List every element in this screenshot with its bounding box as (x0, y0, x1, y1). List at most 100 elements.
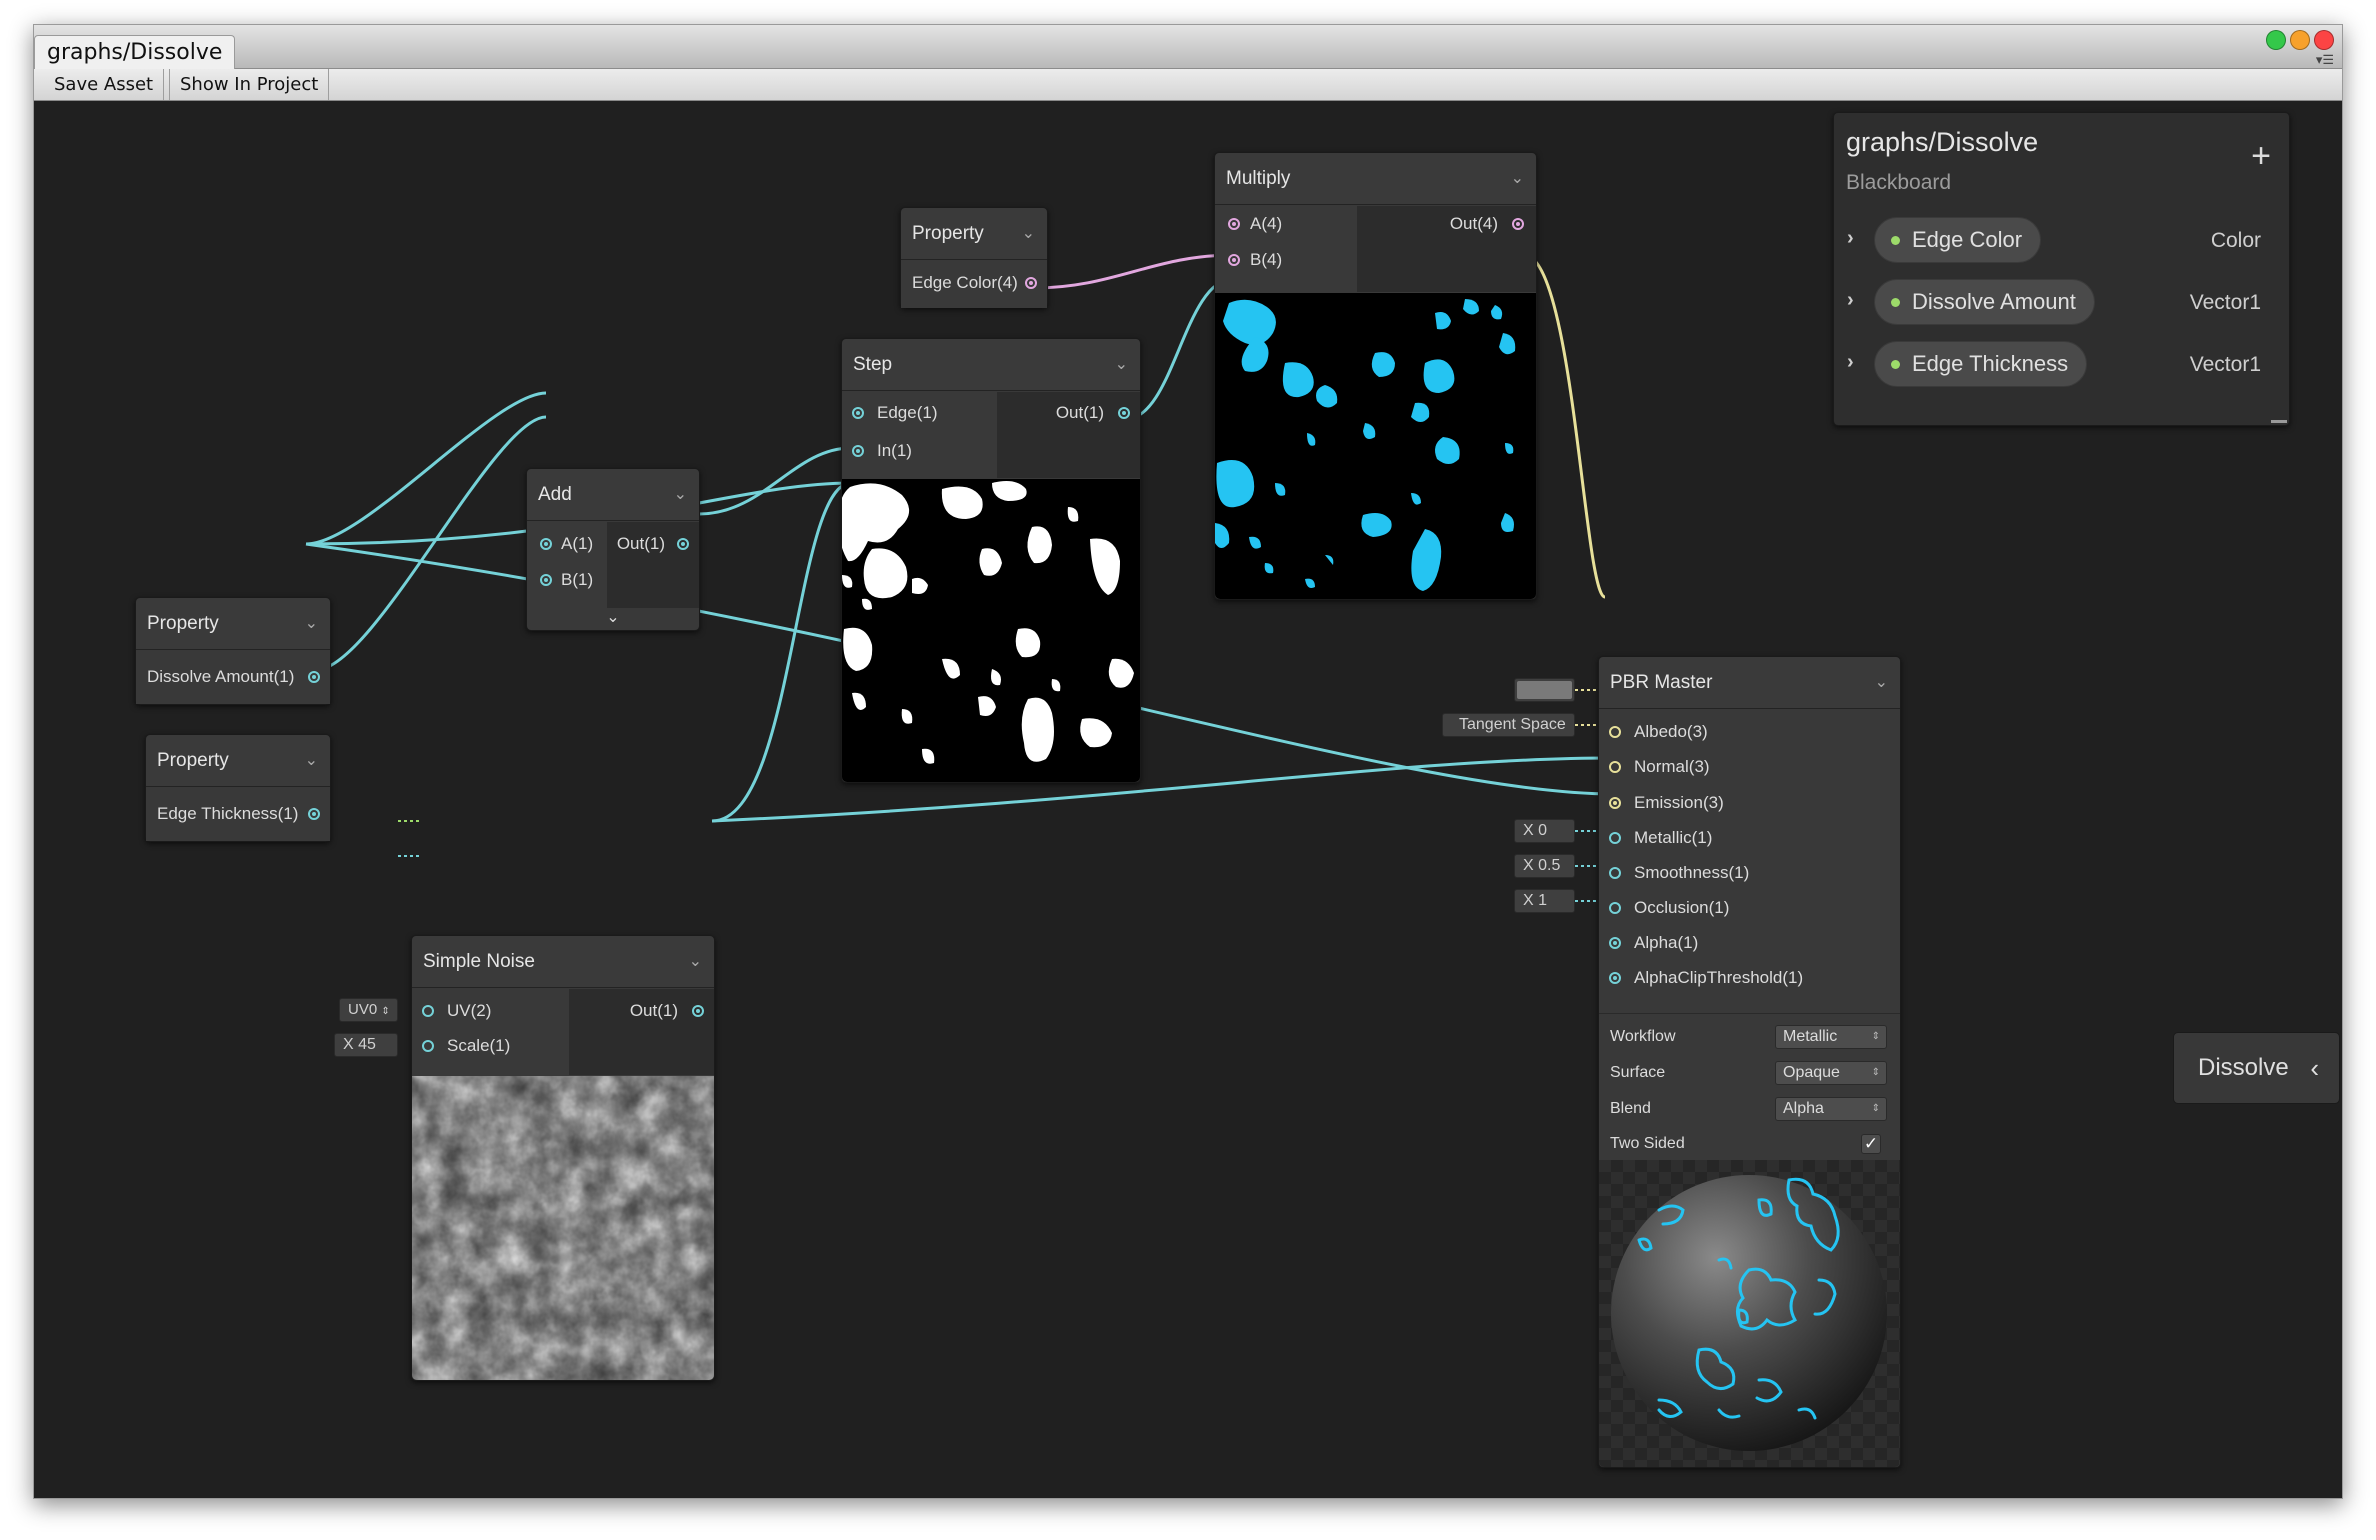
workflow-dropdown[interactable]: Metallic ⇕ (1775, 1025, 1887, 1049)
output-label: Out(4) (1449, 214, 1498, 233)
chevron-right-icon[interactable]: › (1847, 227, 1854, 250)
input-port-emission[interactable] (1609, 797, 1621, 809)
noise-preview (412, 1076, 714, 1380)
input-label-albedo: Albedo(3) (1634, 722, 1708, 741)
metallic-field[interactable]: X 0 (1514, 819, 1575, 843)
node-title: Multiply (1215, 153, 1536, 205)
title-bar: graphs/Dissolve ▾☰ (34, 25, 2342, 69)
input-port-edge[interactable] (852, 407, 864, 419)
smoothness-field[interactable]: X 0.5 (1514, 854, 1575, 878)
graph-canvas[interactable]: Property ⌄ Edge Color(4) Multiply ⌄ A(4)… (34, 102, 2342, 1498)
property-pill-dissolve-amount[interactable]: Dissolve Amount (1874, 279, 2095, 325)
input-port-uv[interactable] (422, 1005, 434, 1017)
step-node[interactable]: Step ⌄ Edge(1) In(1) Out(1) (841, 338, 1141, 783)
input-port-scale[interactable] (422, 1040, 434, 1052)
node-title: Property (146, 735, 330, 787)
plus-icon[interactable]: + (2251, 139, 2271, 173)
chevron-down-icon[interactable]: ⌄ (689, 936, 702, 988)
input-port-a[interactable] (540, 538, 552, 550)
blend-label: Blend (1610, 1100, 1651, 1117)
zoom-light-icon[interactable] (2290, 30, 2310, 50)
chevron-right-icon[interactable]: › (1847, 289, 1854, 312)
input-label-metallic: Metallic(1) (1634, 828, 1713, 847)
normal-space-field[interactable]: Tangent Space (1442, 713, 1575, 737)
shader-graph-window: graphs/Dissolve ▾☰ Save Asset Show In Pr… (33, 24, 2343, 1499)
show-in-project-button[interactable]: Show In Project (169, 69, 330, 100)
expand-chevron-icon[interactable]: ⌄ (527, 608, 699, 630)
property-node-edge-thickness[interactable]: Property ⌄ Edge Thickness(1) (145, 734, 331, 842)
chevron-down-icon[interactable]: ⌄ (1022, 208, 1035, 260)
blend-dropdown[interactable]: Alpha ⇕ (1775, 1097, 1887, 1121)
input-port-occlusion[interactable] (1609, 902, 1621, 914)
input-port-b[interactable] (1228, 254, 1240, 266)
property-node-dissolve-amount[interactable]: Property ⌄ Dissolve Amount(1) (135, 597, 331, 705)
step-preview (842, 479, 1140, 782)
pbr-settings: Workflow Metallic ⇕ Surface Opaque ⇕ Blend… (1599, 1013, 1900, 1160)
chevron-down-icon[interactable]: ⌄ (305, 735, 318, 787)
window-menu-icon[interactable]: ▾☰ (2316, 52, 2334, 68)
occlusion-field[interactable]: X 1 (1514, 889, 1575, 913)
output-port[interactable] (1025, 277, 1037, 289)
input-label-alpha: Alpha(1) (1634, 933, 1699, 952)
node-title: Simple Noise (412, 936, 714, 988)
property-node-edge-color[interactable]: Property ⌄ Edge Color(4) (900, 207, 1048, 308)
wire-dissolve-to-add-a (305, 391, 547, 546)
node-title: PBR Master (1599, 657, 1900, 709)
uv-channel-dropdown[interactable]: UV0 ⇕ (339, 998, 398, 1022)
input-label-uv: UV(2) (447, 1001, 492, 1020)
input-port-b[interactable] (540, 574, 552, 586)
output-label: Dissolve Amount(1) (147, 667, 295, 686)
close-light-icon[interactable] (2314, 30, 2334, 50)
resize-handle[interactable] (2271, 420, 2287, 423)
output-port[interactable] (677, 538, 689, 550)
chevron-down-icon[interactable]: ⌄ (1115, 339, 1128, 391)
input-port-alpha-clip[interactable] (1609, 972, 1621, 984)
master-preview-label: Dissolve (2198, 1054, 2289, 1081)
pbr-master-node[interactable]: PBR Master ⌄ Albedo(3) Normal(3) Emissio… (1598, 656, 1901, 1468)
input-port-albedo[interactable] (1609, 726, 1621, 738)
chevron-down-icon[interactable]: ⌄ (674, 469, 687, 521)
window-tab[interactable]: graphs/Dissolve (34, 35, 236, 69)
output-label: Edge Color(4) (912, 273, 1018, 292)
surface-dropdown[interactable]: Opaque ⇕ (1775, 1061, 1887, 1085)
scale-field[interactable]: X 45 (334, 1033, 398, 1057)
simple-noise-node[interactable]: Simple Noise ⌄ UV(2) Scale(1) Out(1) (411, 935, 715, 1381)
chevron-down-icon[interactable]: ⌄ (305, 598, 318, 650)
blackboard-title: graphs/Dissolve (1846, 127, 2039, 157)
multiply-node[interactable]: Multiply ⌄ A(4) B(4) Out(4) (1214, 152, 1537, 600)
output-port[interactable] (1512, 218, 1524, 230)
output-port[interactable] (308, 808, 320, 820)
input-port-metallic[interactable] (1609, 832, 1621, 844)
albedo-color-field[interactable] (1514, 678, 1575, 702)
property-pill-edge-color[interactable]: Edge Color (1874, 217, 2042, 263)
input-label-smoothness: Smoothness(1) (1634, 863, 1750, 882)
toolbar: Save Asset Show In Project (34, 69, 2342, 101)
output-port[interactable] (692, 1005, 704, 1017)
property-type: Vector1 (2189, 291, 2261, 314)
chevron-down-icon[interactable]: ⌄ (1511, 153, 1524, 205)
blackboard-panel: graphs/Dissolve Blackboard + › Edge Colo… (1833, 112, 2290, 426)
node-title: Step (842, 339, 1140, 391)
chevron-down-icon[interactable]: ⌄ (1875, 657, 1888, 709)
property-pill-edge-thickness[interactable]: Edge Thickness (1874, 341, 2088, 387)
input-label-occlusion: Occlusion(1) (1634, 898, 1730, 917)
albedo-color-swatch[interactable] (1517, 681, 1572, 699)
input-label-normal: Normal(3) (1634, 757, 1710, 776)
output-port[interactable] (308, 671, 320, 683)
add-node[interactable]: Add ⌄ A(1) B(1) Out(1) ⌄ (526, 468, 700, 631)
input-port-a[interactable] (1228, 218, 1240, 230)
input-port-in[interactable] (852, 445, 864, 457)
two-sided-checkbox[interactable]: ✓ (1861, 1134, 1881, 1154)
input-port-alpha[interactable] (1609, 937, 1621, 949)
output-label: Out(1) (616, 534, 665, 553)
node-title: Property (136, 598, 330, 650)
output-port[interactable] (1118, 407, 1130, 419)
save-asset-button[interactable]: Save Asset (44, 69, 165, 100)
input-label-a: A(4) (1250, 214, 1283, 233)
input-port-smoothness[interactable] (1609, 867, 1621, 879)
chevron-right-icon[interactable]: › (1847, 351, 1854, 374)
chevron-left-icon[interactable]: ‹ (2310, 1033, 2319, 1103)
input-port-normal[interactable] (1609, 761, 1621, 773)
minimize-light-icon[interactable] (2266, 30, 2286, 50)
master-preview-collapsed-tab[interactable]: Dissolve ‹ (2173, 1032, 2340, 1104)
